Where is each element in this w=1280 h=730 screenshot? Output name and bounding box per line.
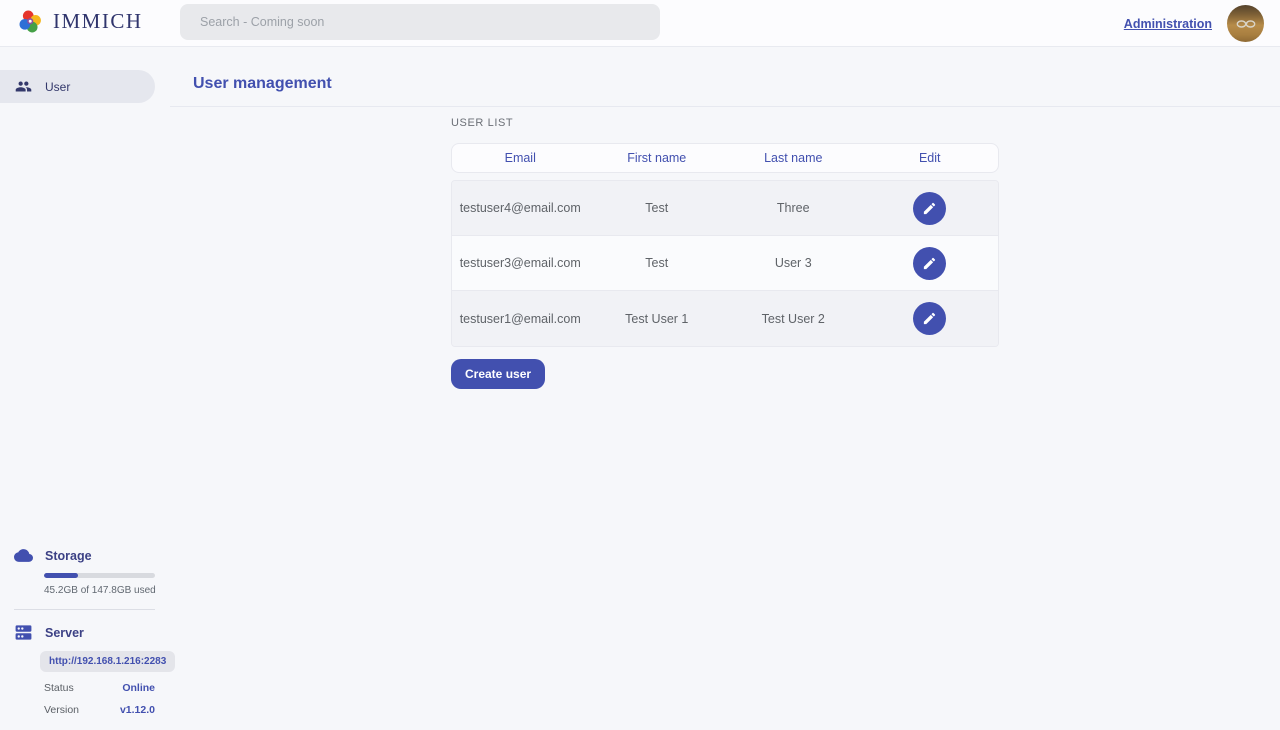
search-input[interactable] [180,4,660,40]
search-container [180,4,660,40]
server-status-row: Status Online [44,682,155,694]
pencil-icon [922,201,937,216]
edit-user-button[interactable] [913,192,946,225]
immich-logo[interactable]: IMMICH [17,8,143,35]
user-list-section: USER LIST Email First name Last name Edi… [451,117,999,389]
storage-section-header: Storage [0,546,170,565]
col-header-email: Email [452,151,589,165]
server-title: Server [45,626,84,640]
sidebar-item-user[interactable]: User [0,70,155,103]
server-url-badge: http://192.168.1.216:2283 [40,651,175,672]
app-title: IMMICH [53,9,143,34]
version-label: Version [44,704,79,716]
cell-first-name: Test User 1 [589,312,726,326]
cell-last-name: Test User 2 [725,312,862,326]
pencil-icon [922,311,937,326]
edit-user-button[interactable] [913,302,946,335]
sidebar-divider [14,609,155,610]
users-icon [15,78,32,95]
cell-email: testuser3@email.com [452,256,589,270]
table-row: testuser3@email.com Test User 3 [452,236,998,291]
table-body: testuser4@email.com Test Three testuser3… [451,180,999,347]
pencil-icon [922,256,937,271]
cell-email: testuser4@email.com [452,201,589,215]
col-header-last-name: Last name [725,151,862,165]
immich-flower-icon [17,8,44,35]
edit-user-button[interactable] [913,247,946,280]
sidebar-footer: Storage 45.2GB of 147.8GB used Server ht… [0,546,170,716]
server-section-header: Server [0,623,170,642]
administration-link[interactable]: Administration [1124,17,1212,31]
cell-last-name: Three [725,201,862,215]
status-label: Status [44,682,74,694]
storage-progress-bar [44,573,155,578]
col-header-edit: Edit [862,151,999,165]
cell-last-name: User 3 [725,256,862,270]
status-value: Online [122,682,155,694]
table-row: testuser1@email.com Test User 1 Test Use… [452,291,998,346]
version-value: v1.12.0 [120,704,155,716]
header-actions: Administration [1124,0,1264,47]
sidebar: User Storage 45.2GB of 147.8GB used [0,47,170,730]
title-divider [170,106,1280,107]
top-header: IMMICH Administration [0,0,1280,47]
main-panel: User management USER LIST Email First na… [170,47,1280,730]
page-title: User management [193,75,332,93]
cell-email: testuser1@email.com [452,312,589,326]
storage-usage-text: 45.2GB of 147.8GB used [44,585,170,596]
glasses-photo-icon [1233,11,1259,37]
server-version-row: Version v1.12.0 [44,704,155,716]
table-row: testuser4@email.com Test Three [452,181,998,236]
cell-first-name: Test [589,256,726,270]
storage-progress-fill [44,573,78,578]
server-icon [14,623,33,642]
storage-title: Storage [45,549,92,563]
table-header-row: Email First name Last name Edit [451,143,999,173]
cell-first-name: Test [589,201,726,215]
col-header-first-name: First name [589,151,726,165]
user-list-label: USER LIST [451,117,999,129]
create-user-button[interactable]: Create user [451,359,545,389]
user-avatar[interactable] [1227,5,1264,42]
sidebar-item-label: User [45,80,70,94]
cloud-icon [14,546,33,565]
